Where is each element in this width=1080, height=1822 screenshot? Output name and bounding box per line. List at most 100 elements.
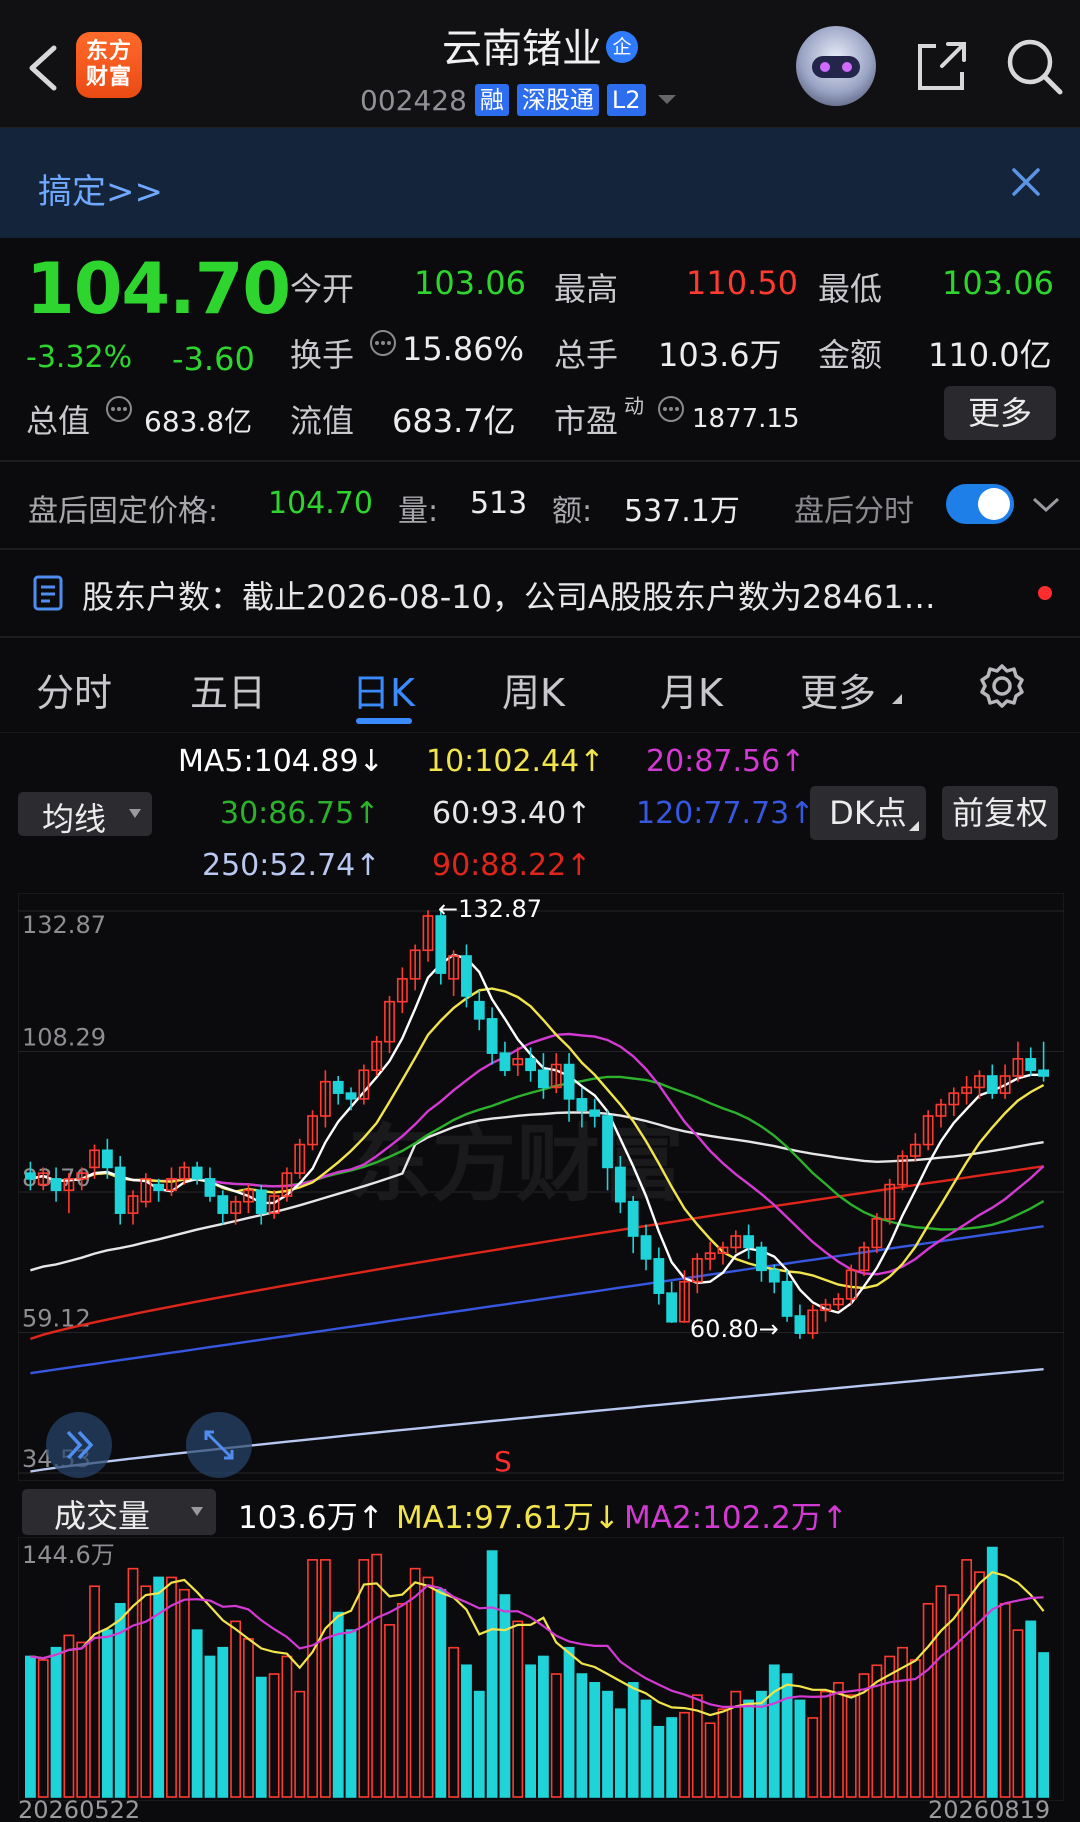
shareholder-notice[interactable]: 股东户数：截止2026-08-10，公司A股股东户数为28461… <box>82 572 1022 618</box>
candle-body <box>101 1149 113 1169</box>
after-hours-vol-label: 量: <box>398 494 439 529</box>
expand-panel-button[interactable] <box>46 1412 112 1478</box>
more-quote-button[interactable]: 更多 <box>944 386 1056 440</box>
candle-body <box>204 1178 216 1197</box>
pe-sup-label: 动 <box>624 394 644 418</box>
turnover-label: 换手 <box>290 336 355 374</box>
close-icon[interactable] <box>1010 166 1042 198</box>
after-hours-toggle[interactable] <box>946 484 1014 524</box>
y-axis-label: 108.29 <box>22 1023 106 1051</box>
volume-bar <box>345 1629 357 1798</box>
after-hours-amt-label: 额: <box>552 494 593 529</box>
open-value: 103.06 <box>414 264 526 302</box>
info-icon[interactable] <box>656 394 686 424</box>
volume-bar <box>50 1646 62 1798</box>
candle-body <box>589 1109 601 1117</box>
candle-body <box>153 1183 165 1192</box>
x-axis-start-date: 20260522 <box>18 1796 141 1822</box>
divider <box>0 636 1080 638</box>
change-percent: -3.32% <box>26 340 133 375</box>
candle-body <box>576 1098 588 1112</box>
eastmoney-logo[interactable]: 东方财富 <box>76 32 142 98</box>
promo-banner[interactable]: 搞定>> <box>0 128 1080 238</box>
candle-body <box>756 1246 767 1272</box>
fullscreen-button[interactable] <box>186 1412 252 1478</box>
candle-body <box>114 1166 126 1214</box>
after-hours-tick-label: 盘后分时 <box>794 494 914 529</box>
after-hours-amt: 537.1万 <box>624 494 740 529</box>
chevron-down-icon[interactable] <box>1030 494 1062 516</box>
volume-bar <box>499 1594 511 1798</box>
volume-bar <box>589 1682 601 1798</box>
open-label: 今开 <box>290 270 355 308</box>
candle-body <box>1025 1058 1037 1072</box>
ma-selector-dropdown[interactable]: 均线 <box>18 792 152 838</box>
candle-body <box>345 1092 357 1100</box>
volume-bar <box>627 1682 639 1798</box>
volume-bar <box>1025 1620 1037 1798</box>
x-axis-end-date: 20260819 <box>928 1796 1051 1822</box>
candle-body <box>640 1235 652 1260</box>
amount-value: 110.0亿 <box>928 336 1052 374</box>
min-price-annotation: 60.80→ <box>690 1315 779 1343</box>
dk-point-button[interactable]: DK点 <box>810 786 926 840</box>
tab-monthly-k[interactable]: 月K <box>660 662 723 717</box>
float-label: 流值 <box>290 402 355 440</box>
high-label: 最高 <box>554 270 619 308</box>
divider <box>0 548 1080 550</box>
candle-body <box>563 1063 575 1100</box>
info-icon[interactable] <box>368 328 398 358</box>
ma250-value: 250:52.74↑ <box>202 848 381 883</box>
ma30-value: 30:86.75↑ <box>220 796 380 831</box>
assistant-avatar-icon[interactable] <box>796 26 876 106</box>
y-axis-label: 59.12 <box>22 1304 91 1332</box>
divider <box>0 732 1080 733</box>
ma90-value: 90:88.22↑ <box>432 848 592 883</box>
candle-body <box>627 1200 639 1237</box>
after-hours-price: 104.70 <box>268 486 373 521</box>
candle-body <box>24 1172 36 1180</box>
volume-ma2: MA2:102.2万↑ <box>624 1500 848 1536</box>
fullscreen-icon <box>204 1430 234 1460</box>
candle-body <box>537 1069 549 1089</box>
tab-intraday[interactable]: 分时 <box>36 662 112 717</box>
candle-body <box>217 1195 229 1214</box>
dropdown-caret-icon[interactable] <box>654 92 680 108</box>
tab-weekly-k[interactable]: 周K <box>502 662 565 717</box>
corner-triangle-icon <box>909 821 919 831</box>
tab-five-day[interactable]: 五日 <box>190 662 266 717</box>
high-value: 110.50 <box>686 264 798 302</box>
dropdown-caret-icon <box>191 1507 203 1516</box>
candle-body <box>486 1018 498 1054</box>
adjust-price-button[interactable]: 前复权 <box>942 786 1058 840</box>
info-icon[interactable] <box>104 394 134 424</box>
stock-code: 002428 <box>360 83 467 117</box>
low-label: 最低 <box>818 270 883 308</box>
share-icon[interactable] <box>912 36 972 96</box>
kline-chart[interactable]: 132.87108.2983.7059.1234.53东方财富←132.8760… <box>18 893 1064 1481</box>
volume-bar <box>217 1646 229 1798</box>
stock-subline: 002428 融 深股通 L2 <box>360 82 680 118</box>
settings-gear-icon[interactable] <box>978 662 1026 710</box>
amount-label: 金额 <box>818 336 883 374</box>
ma5-value: MA5:104.89↓ <box>178 744 384 779</box>
volume-bar <box>653 1725 665 1798</box>
volume-bar <box>191 1629 203 1798</box>
corner-triangle-icon <box>892 694 902 704</box>
tab-daily-k[interactable]: 日K <box>352 662 415 717</box>
back-arrow-icon[interactable] <box>22 42 66 94</box>
volume-bar <box>563 1646 575 1798</box>
volume-chart[interactable]: 144.6万 <box>18 1537 1064 1801</box>
banner-text[interactable]: 搞定>> <box>38 164 163 213</box>
tab-more[interactable]: 更多 <box>800 662 876 717</box>
search-icon[interactable] <box>1002 34 1066 98</box>
volume-bar <box>332 1611 344 1798</box>
stock-title: 云南锗业企 <box>320 16 760 74</box>
pe-label: 市盈 <box>554 402 619 440</box>
candle-body <box>255 1189 267 1214</box>
candle-body <box>768 1269 780 1283</box>
candle-body <box>473 1000 485 1020</box>
candle-body <box>743 1235 755 1249</box>
volume-indicator-dropdown[interactable]: 成交量 <box>22 1489 216 1535</box>
candle-body <box>332 1080 344 1094</box>
